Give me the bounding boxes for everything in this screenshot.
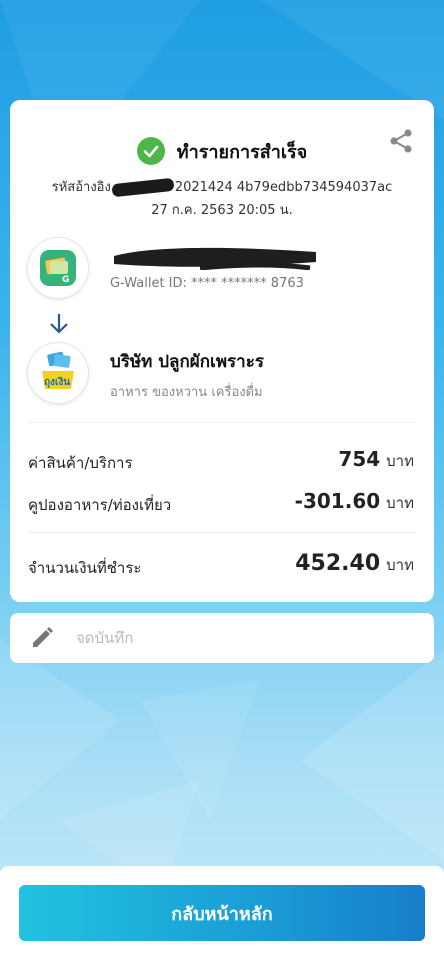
wallet-app-icon: G (40, 250, 76, 286)
divider (28, 532, 416, 533)
redaction-mark (111, 177, 175, 198)
goods-amount-value: 754 (338, 447, 381, 471)
status-title: ทำรายการสำเร็จ (176, 141, 308, 163)
wallet-avatar: G (28, 238, 88, 298)
total-amount-value: 452.40 (295, 551, 381, 576)
currency-unit: บาท (386, 452, 414, 470)
pencil-icon (33, 627, 53, 647)
bottom-action-bar: กลับหน้าหลัก (0, 866, 444, 960)
goods-amount: 754 บาท (338, 447, 414, 473)
merchant-name: บริษัท ปลูกผักเพราะร (110, 352, 264, 372)
reference-value: 2021424 4b79edbb734594037ac (174, 180, 393, 195)
coupon-amount-value: -301.60 (294, 489, 381, 513)
thung-ngoen-logo-icon: ถุงเงิน (42, 351, 74, 389)
reference-label: รหัสอ้างอิง (51, 180, 111, 195)
arrow-down-icon (50, 314, 68, 334)
merchant-category: อาหาร ของหวาน เครื่องดื่ม (110, 385, 263, 400)
status-header: ทำรายการสำเร็จ (10, 136, 434, 166)
merchant-avatar: ถุงเงิน (28, 343, 88, 403)
transaction-datetime: 27 ก.ค. 2563 20:05 น. (151, 203, 293, 218)
redacted-payer-name (114, 247, 316, 270)
divider (28, 422, 416, 423)
total-label: จำนวนเงินที่ชำระ (28, 559, 142, 577)
goods-label: ค่าสินค้า/บริการ (28, 454, 133, 472)
receipt-card: ทำรายการสำเร็จ รหัสอ้างอิง 2021424 4b79ed… (10, 100, 434, 602)
svg-text:G: G (62, 275, 69, 285)
back-to-home-button[interactable]: กลับหน้าหลัก (19, 885, 425, 941)
currency-unit: บาท (386, 494, 414, 512)
share-icon[interactable] (388, 128, 414, 154)
coupon-amount: -301.60 บาท (295, 489, 414, 515)
merchant-logo-text: ถุงเงิน (44, 376, 70, 388)
note-input[interactable] (76, 629, 376, 647)
coupon-label: คูปองอาหาร/ท่องเที่ยว (28, 496, 172, 514)
note-field[interactable] (10, 613, 434, 663)
success-check-icon (136, 137, 165, 165)
reference-number: รหัสอ้างอิง 2021424 4b79edbb734594037ac (10, 176, 434, 198)
currency-unit: บาท (386, 556, 414, 574)
wallet-id: G-Wallet ID: **** ******* 8763 (110, 276, 304, 291)
total-amount: 452.40 บาท (295, 551, 414, 577)
